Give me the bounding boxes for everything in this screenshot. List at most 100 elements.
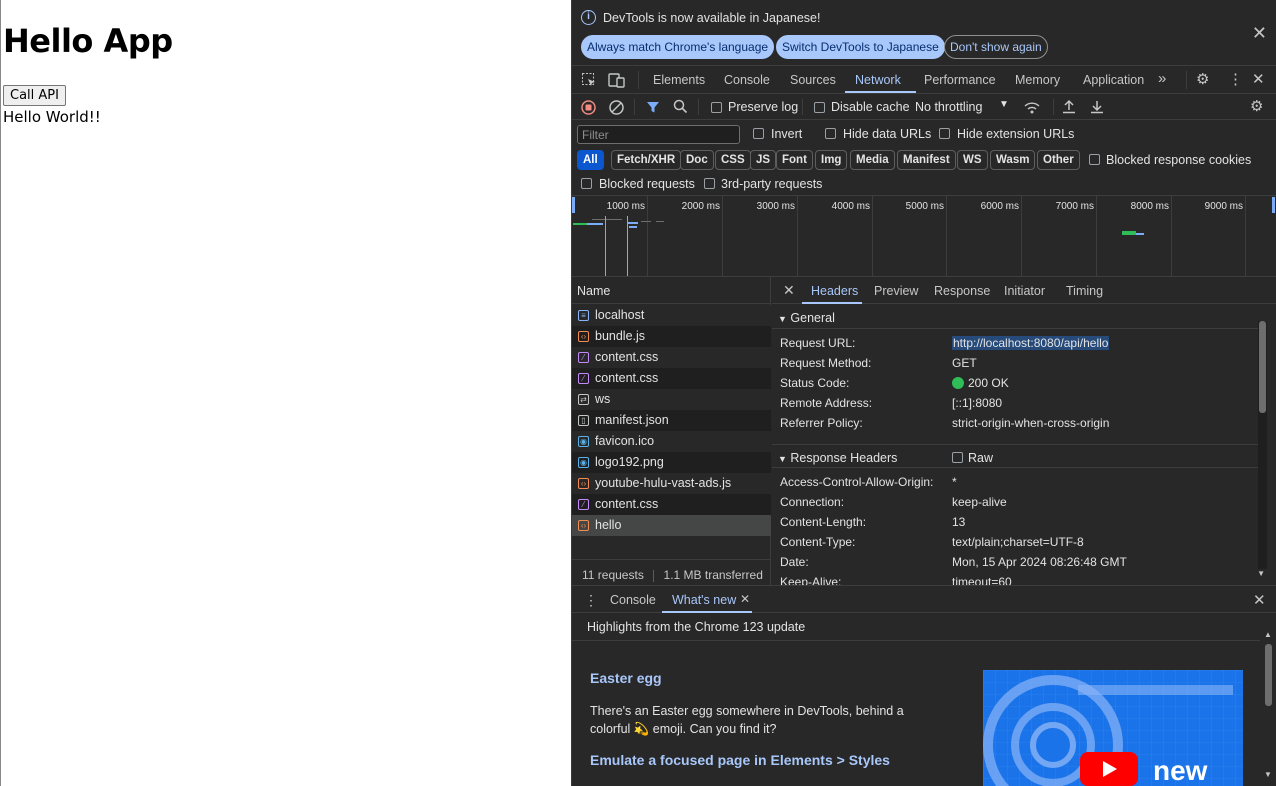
- request-row[interactable]: ‹› bundle.js: [572, 326, 771, 347]
- details-scrollbar[interactable]: [1258, 321, 1267, 569]
- request-row[interactable]: ⇄ ws: [572, 389, 771, 410]
- tab-memory[interactable]: Memory: [1015, 73, 1060, 87]
- filter-input[interactable]: [577, 125, 740, 144]
- youtube-play-icon[interactable]: [1080, 752, 1138, 786]
- easter-egg-text: There's an Easter egg somewhere in DevTo…: [590, 704, 904, 736]
- detail-tab-headers[interactable]: Headers: [811, 284, 858, 298]
- filter-icon[interactable]: [646, 100, 660, 114]
- raw-checkbox[interactable]: [952, 452, 963, 463]
- scrollbar-thumb[interactable]: [1259, 321, 1266, 413]
- drawer-scrollbar[interactable]: ▲ ▼: [1264, 630, 1273, 783]
- tab-application[interactable]: Application: [1083, 73, 1144, 87]
- scroll-up-icon[interactable]: ▲: [1264, 630, 1272, 639]
- request-row[interactable]: ◉ favicon.ico: [572, 431, 771, 452]
- infobar-close-icon[interactable]: ✕: [1252, 23, 1267, 44]
- header-key: Request Method:: [780, 356, 872, 370]
- preserve-log-checkbox[interactable]: [711, 102, 722, 113]
- easter-egg-link[interactable]: Easter egg: [590, 670, 662, 686]
- hide-extension-urls-checkbox[interactable]: [939, 128, 950, 139]
- header-value[interactable]: keep-alive: [952, 495, 1007, 509]
- close-drawer-icon[interactable]: ✕: [1253, 591, 1266, 609]
- tab-sources[interactable]: Sources: [790, 73, 836, 87]
- detail-tab-response[interactable]: Response: [934, 284, 990, 298]
- header-value[interactable]: 13: [952, 515, 965, 529]
- type-filter-manifest[interactable]: Manifest: [897, 150, 956, 170]
- drawer-tab-whats-new[interactable]: What's new: [672, 593, 736, 607]
- import-har-icon[interactable]: [1062, 99, 1076, 114]
- header-value[interactable]: *: [952, 475, 957, 489]
- type-filter-ws[interactable]: WS: [957, 150, 988, 170]
- scroll-down-icon[interactable]: ▼: [1264, 770, 1272, 779]
- scroll-down-icon[interactable]: ▼: [1257, 569, 1265, 578]
- tab-performance[interactable]: Performance: [924, 73, 996, 87]
- type-filter-js[interactable]: JS: [750, 150, 777, 170]
- more-options-icon[interactable]: ⋮: [1228, 70, 1243, 88]
- disable-cache-checkbox[interactable]: [814, 102, 825, 113]
- tab-network[interactable]: Network: [855, 73, 901, 87]
- inspect-element-icon[interactable]: [581, 72, 597, 88]
- throttling-select[interactable]: No throttling: [915, 100, 982, 114]
- type-filter-doc[interactable]: Doc: [680, 150, 714, 170]
- header-value[interactable]: 200 OK: [952, 376, 1009, 390]
- header-value[interactable]: Mon, 15 Apr 2024 08:26:48 GMT: [952, 555, 1127, 569]
- header-value[interactable]: text/plain;charset=UTF-8: [952, 535, 1084, 549]
- network-conditions-icon[interactable]: [1023, 100, 1041, 114]
- type-filter-css[interactable]: CSS: [715, 150, 751, 170]
- hide-data-urls-checkbox[interactable]: [825, 128, 836, 139]
- close-devtools-icon[interactable]: ✕: [1252, 70, 1265, 88]
- request-row[interactable]: ‹› hello: [572, 515, 771, 536]
- clear-icon[interactable]: [609, 100, 624, 115]
- drawer-menu-icon[interactable]: ⋮: [584, 592, 598, 609]
- type-filter-wasm[interactable]: Wasm: [990, 150, 1036, 170]
- drawer-tab-console[interactable]: Console: [610, 593, 656, 607]
- header-value[interactable]: strict-origin-when-cross-origin: [952, 416, 1109, 430]
- type-filter-fetch-xhr[interactable]: Fetch/XHR: [611, 150, 682, 170]
- blocked-requests-checkbox[interactable]: [581, 178, 592, 189]
- export-har-icon[interactable]: [1090, 99, 1104, 114]
- response-headers-section-header[interactable]: ▼ Response Headers Raw: [772, 444, 1258, 468]
- request-row[interactable]: ‹› youtube-hulu-vast-ads.js: [572, 473, 771, 494]
- type-filter-all[interactable]: All: [577, 150, 604, 170]
- drawer-scrollbar-thumb[interactable]: [1265, 644, 1272, 706]
- request-row[interactable]: ⁄ content.css: [572, 494, 771, 515]
- call-api-button[interactable]: Call API: [3, 85, 66, 106]
- more-tabs-icon[interactable]: »: [1158, 70, 1166, 87]
- header-value[interactable]: http://localhost:8080/api/hello: [952, 336, 1110, 350]
- blocked-response-cookies-checkbox[interactable]: [1089, 154, 1100, 165]
- chevron-down-icon[interactable]: ▼: [999, 99, 1009, 110]
- request-row[interactable]: ▯ manifest.json: [572, 410, 771, 431]
- type-filter-other[interactable]: Other: [1037, 150, 1080, 170]
- search-icon[interactable]: [673, 99, 688, 114]
- invert-checkbox[interactable]: [753, 128, 764, 139]
- stylesheet-icon: ⁄: [578, 373, 589, 384]
- close-tab-icon[interactable]: ✕: [740, 592, 750, 606]
- device-toolbar-icon[interactable]: [608, 72, 626, 88]
- detail-tab-timing[interactable]: Timing: [1066, 284, 1103, 298]
- request-row[interactable]: ⁄ content.css: [572, 347, 771, 368]
- network-settings-gear-icon[interactable]: ⚙: [1250, 97, 1263, 115]
- request-row[interactable]: ≡ localhost: [572, 305, 771, 326]
- switch-japanese-button[interactable]: Switch DevTools to Japanese: [776, 35, 945, 59]
- close-details-icon[interactable]: ✕: [783, 282, 795, 299]
- dont-show-again-button[interactable]: Don't show again: [944, 35, 1048, 59]
- general-section-header[interactable]: ▼ General: [772, 305, 1258, 329]
- network-overview-timeline[interactable]: 1000 ms 2000 ms 3000 ms 4000 ms 5000 ms …: [572, 196, 1276, 277]
- type-filter-img[interactable]: Img: [815, 150, 848, 170]
- promo-video-thumbnail[interactable]: new: [983, 670, 1243, 786]
- tab-console[interactable]: Console: [724, 73, 770, 87]
- stop-recording-icon[interactable]: [581, 100, 596, 115]
- tab-elements[interactable]: Elements: [653, 73, 705, 87]
- request-row[interactable]: ◉ logo192.png: [572, 452, 771, 473]
- third-party-checkbox[interactable]: [704, 178, 715, 189]
- detail-tab-initiator[interactable]: Initiator: [1004, 284, 1045, 298]
- type-filter-media[interactable]: Media: [850, 150, 895, 170]
- header-value[interactable]: GET: [952, 356, 977, 370]
- type-filter-font[interactable]: Font: [776, 150, 813, 170]
- request-row[interactable]: ⁄ content.css: [572, 368, 771, 389]
- settings-gear-icon[interactable]: ⚙: [1196, 70, 1209, 88]
- emulate-focused-page-link[interactable]: Emulate a focused page in Elements > Sty…: [590, 752, 890, 768]
- header-value[interactable]: [::1]:8080: [952, 396, 1002, 410]
- name-column-header[interactable]: Name: [572, 277, 771, 304]
- match-language-button[interactable]: Always match Chrome's language: [581, 35, 775, 59]
- detail-tab-preview[interactable]: Preview: [874, 284, 918, 298]
